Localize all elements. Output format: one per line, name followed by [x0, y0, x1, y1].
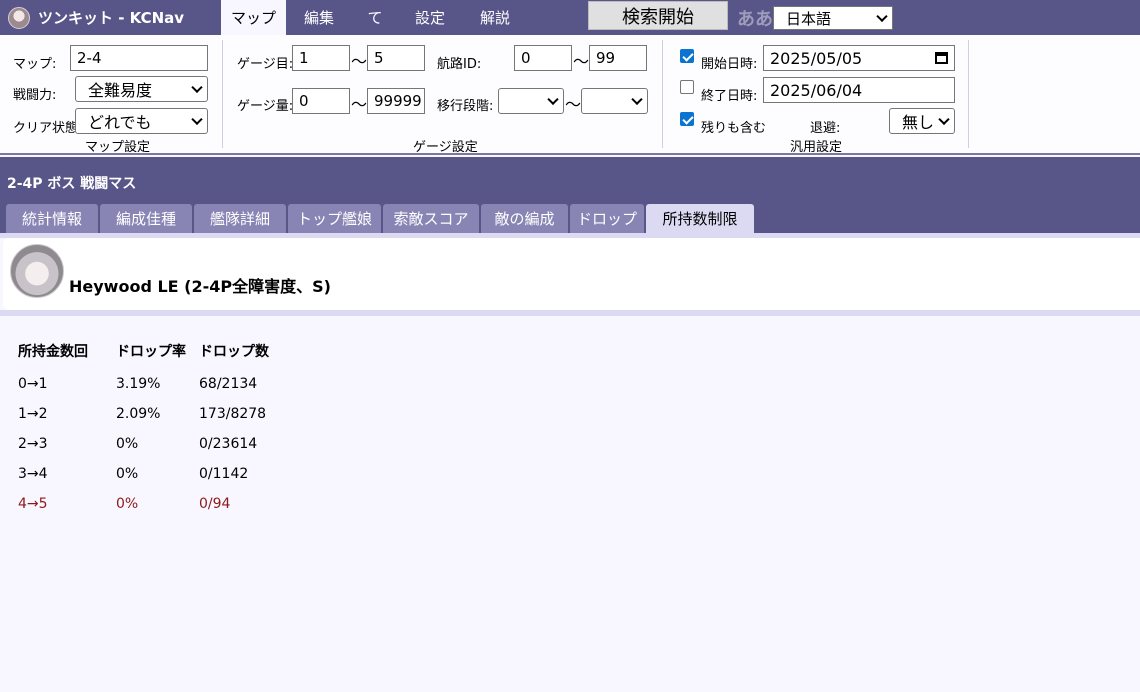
clear-state-select[interactable]: どれでも — [75, 108, 208, 134]
table-cell-count: 1→2 — [18, 406, 48, 422]
start-date-label: 開始日時: — [701, 57, 758, 72]
column-header-drop-rate: ドロップ率 — [116, 344, 186, 360]
possession-table — [3, 316, 1140, 692]
retreat-select-value: 無し — [902, 113, 935, 132]
nav-tab-te[interactable]: て — [360, 0, 390, 35]
table-cell-count: 0→1 — [18, 376, 48, 392]
end-date-input[interactable]: 2025/06/04 — [763, 77, 955, 103]
start-date-checkbox[interactable] — [680, 49, 694, 63]
map-input[interactable]: 2-4 — [70, 45, 208, 71]
table-cell-rate: 0% — [116, 496, 139, 512]
search-start-button[interactable]: 検索開始 — [588, 1, 728, 30]
tab-fleet-type[interactable]: 編成佳種 — [100, 204, 192, 233]
route-id-from-input[interactable]: 0 — [514, 45, 572, 71]
difficulty-label: 戦闘力: — [13, 88, 57, 103]
tab-possession-limit[interactable]: 所持数制限 — [646, 204, 754, 233]
tab-top-ships[interactable]: トップ艦娘 — [288, 204, 381, 233]
range-tilde: 〜 — [573, 52, 590, 71]
chevron-down-icon — [938, 113, 950, 126]
range-tilde: 〜 — [565, 95, 582, 114]
range-tilde: 〜 — [351, 95, 368, 114]
table-cell-drops: 0/23614 — [199, 436, 258, 452]
general-settings-title: 汎用設定 — [790, 140, 843, 155]
phase-from-select[interactable] — [498, 88, 564, 114]
gauge-amount-to-input[interactable]: 99999 — [367, 88, 425, 114]
difficulty-select[interactable]: 全難易度 — [75, 76, 208, 102]
chevron-down-icon — [631, 93, 643, 106]
language-select[interactable]: 日本語 — [773, 6, 893, 30]
nav-tab-map[interactable]: マップ — [221, 0, 286, 35]
column-header-count: 所持金数回 — [18, 344, 88, 360]
phase-label: 移行段階: — [437, 99, 494, 114]
section-title: 2-4P ボス 戦闘マス — [7, 176, 137, 192]
map-settings-title: マップ設定 — [85, 140, 151, 155]
retreat-select[interactable]: 無し — [889, 108, 955, 134]
table-cell-rate: 0% — [116, 466, 139, 482]
retreat-label: 退避: — [810, 121, 841, 136]
include-remaining-label: 残りも含む — [701, 121, 767, 136]
divider — [222, 40, 223, 148]
column-header-drop-count: ドロップ数 — [199, 344, 269, 360]
clear-state-select-value: どれでも — [88, 113, 152, 132]
include-remaining-checkbox[interactable] — [680, 112, 694, 126]
end-date-checkbox[interactable] — [680, 80, 694, 94]
gauge-number-label: ゲージ目: — [237, 57, 294, 72]
start-date-input[interactable]: 2025/05/05 — [763, 45, 955, 71]
divider — [968, 40, 969, 148]
nav-tab-guide[interactable]: 解説 — [470, 0, 520, 35]
tab-los-score[interactable]: 索敵スコア — [383, 204, 479, 233]
ship-name: Heywood LE (2-4P全障害度、S) — [69, 277, 331, 296]
gauge-amount-from-input[interactable]: 0 — [292, 88, 350, 114]
language-select-value: 日本語 — [786, 9, 832, 28]
end-date-label: 終了日時: — [701, 89, 758, 104]
table-cell-rate: 2.09% — [116, 406, 161, 422]
filter-panel: マップ: 2-4 戦闘力: 全難易度 クリア状態: どれでも マップ設定 ゲージ… — [0, 35, 1140, 155]
gauge-number-to-input[interactable]: 5 — [367, 45, 425, 71]
top-nav-bar: ツンキット - KCNav マップ 編集 て 設定 解説 検索開始 ああ 日本語 — [0, 0, 1140, 35]
start-date-value: 2025/05/05 — [770, 48, 863, 68]
app-title: ツンキット - KCNav — [38, 9, 185, 27]
app-brand[interactable]: ツンキット - KCNav — [8, 0, 184, 35]
tab-enemy-fleet[interactable]: 敵の編成 — [481, 204, 568, 233]
clear-state-label: クリア状態: — [13, 121, 83, 136]
table-cell-count: 3→4 — [18, 466, 48, 482]
map-label: マップ: — [13, 57, 57, 72]
table-cell-drops: 68/2134 — [199, 376, 258, 392]
tab-statistics[interactable]: 統計情報 — [6, 204, 98, 233]
table-cell-rate: 3.19% — [116, 376, 161, 392]
table-cell-count: 2→3 — [18, 436, 48, 452]
chevron-down-icon — [191, 81, 203, 94]
range-tilde: 〜 — [351, 52, 368, 71]
gauge-amount-label: ゲージ量: — [237, 99, 294, 114]
avatar-icon — [8, 6, 30, 29]
divider — [662, 40, 663, 148]
ship-portrait-icon — [10, 244, 64, 298]
nav-tab-edit[interactable]: 編集 — [294, 0, 344, 35]
nav-tab-settings[interactable]: 設定 — [405, 0, 455, 35]
chevron-down-icon — [876, 10, 888, 23]
chevron-down-icon — [191, 113, 203, 126]
route-id-label: 航路ID: — [437, 57, 482, 72]
difficulty-select-value: 全難易度 — [88, 81, 153, 100]
tab-drops[interactable]: ドロップ — [570, 204, 644, 233]
gauge-number-from-input[interactable]: 1 — [292, 45, 350, 71]
calendar-icon[interactable] — [935, 52, 948, 64]
route-id-to-input[interactable]: 99 — [589, 45, 647, 71]
font-toggle-button[interactable]: ああ — [737, 5, 773, 31]
table-cell-drops: 0/1142 — [199, 466, 249, 482]
chevron-down-icon — [547, 93, 559, 106]
phase-to-select[interactable] — [581, 88, 648, 114]
table-cell-count: 4→5 — [18, 496, 48, 512]
tab-fleet-details[interactable]: 艦隊詳細 — [194, 204, 286, 233]
table-cell-drops: 0/94 — [199, 496, 231, 512]
gauge-settings-title: ゲージ設定 — [413, 140, 478, 155]
table-cell-drops: 173/8278 — [199, 406, 267, 422]
table-cell-rate: 0% — [116, 436, 139, 452]
